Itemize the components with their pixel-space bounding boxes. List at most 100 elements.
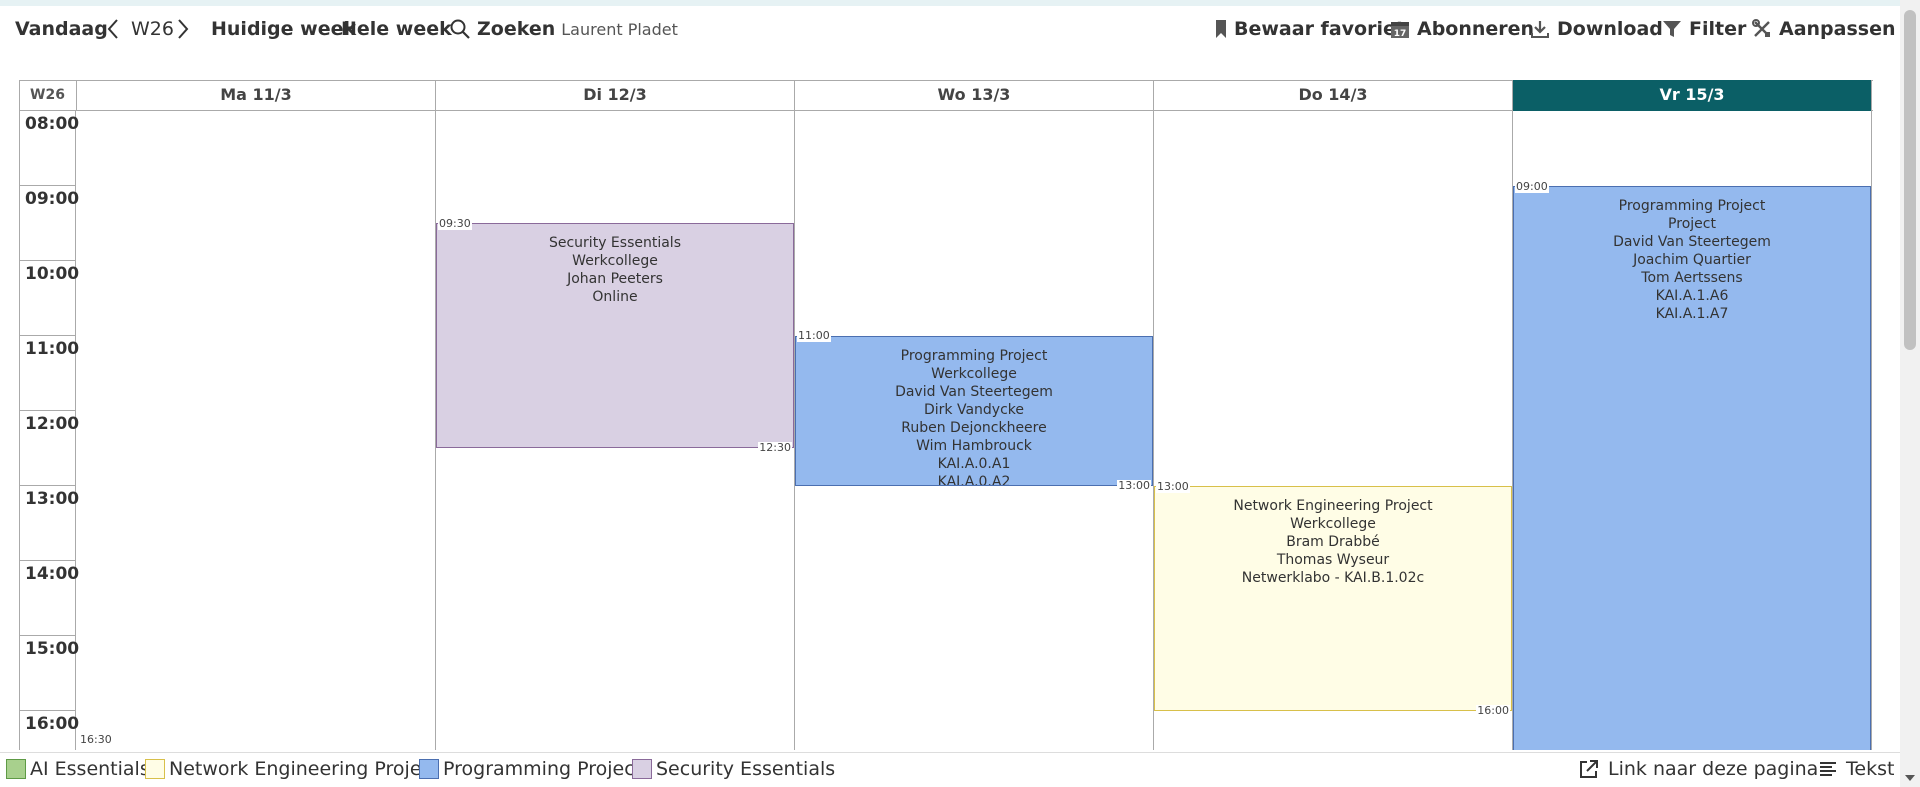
filter-button[interactable]: Filter bbox=[1661, 18, 1746, 40]
event-network-engineering-project[interactable]: Network Engineering Project Werkcollege … bbox=[1154, 486, 1512, 711]
event-start-time: 09:00 bbox=[1515, 180, 1549, 193]
day-header-wed[interactable]: Wo 13/3 bbox=[795, 80, 1154, 111]
event-end-time: 16:00 bbox=[1476, 704, 1510, 717]
event-line: Werkcollege bbox=[572, 253, 658, 269]
external-link-icon bbox=[1580, 760, 1598, 778]
day-header-thu[interactable]: Do 14/3 bbox=[1154, 80, 1513, 111]
week-number: W26 bbox=[131, 18, 174, 40]
hour-label: 15:00 bbox=[19, 636, 79, 711]
event-start-time: 16:30 bbox=[79, 733, 113, 746]
search-label: Zoeken bbox=[477, 18, 556, 40]
chevron-left-icon bbox=[107, 19, 118, 39]
legend-label: AI Essentials bbox=[30, 758, 150, 780]
event-programming-project[interactable]: Programming Project Project David Van St… bbox=[1513, 186, 1871, 750]
event-line: Netwerklabo - KAI.B.1.02c bbox=[1241, 570, 1425, 586]
save-favorite-label: Bewaar favoriet bbox=[1234, 18, 1405, 40]
event-line: Johan Peeters bbox=[567, 271, 663, 287]
customize-label: Aanpassen bbox=[1779, 18, 1896, 40]
legend-item-security-essentials[interactable]: Security Essentials bbox=[632, 758, 835, 780]
hour-label: 12:00 bbox=[19, 411, 79, 486]
tools-icon bbox=[1752, 19, 1770, 37]
event-end-time: 13:00 bbox=[1117, 479, 1151, 492]
text-view-label: Tekst bbox=[1846, 758, 1895, 780]
next-week-button[interactable] bbox=[176, 18, 190, 40]
event-start-time: 13:00 bbox=[1156, 480, 1190, 493]
hour-label: 10:00 bbox=[19, 261, 79, 336]
today-button[interactable]: Vandaag bbox=[15, 18, 108, 40]
filter-label: Filter bbox=[1689, 18, 1747, 40]
event-line: Programming Project bbox=[900, 348, 1048, 364]
event-line: Werkcollege bbox=[931, 366, 1017, 382]
top-strip bbox=[0, 0, 1920, 6]
event-line: Wim Hambrouck bbox=[916, 438, 1032, 454]
filter-icon bbox=[1663, 21, 1681, 37]
day-header-mon[interactable]: Ma 11/3 bbox=[77, 80, 436, 111]
current-week-button[interactable]: Huidige week bbox=[211, 18, 356, 40]
event-programming-project[interactable]: Programming Project Werkcollege David Va… bbox=[795, 336, 1153, 486]
chevron-right-icon bbox=[178, 19, 189, 39]
today-label: Vandaag bbox=[15, 18, 108, 40]
user-name: Laurent Pladet bbox=[561, 19, 678, 39]
legend-swatch bbox=[145, 759, 165, 779]
day-column-fri[interactable]: Programming Project Project David Van St… bbox=[1513, 111, 1872, 750]
whole-week-button[interactable]: Hele week bbox=[341, 18, 452, 40]
scrollbar-thumb[interactable] bbox=[1904, 10, 1916, 350]
day-column-mon[interactable]: 16:30 bbox=[77, 111, 436, 750]
legend-item-programming-project[interactable]: Programming Project bbox=[419, 758, 642, 780]
prev-week-button[interactable] bbox=[106, 18, 120, 40]
legend-bar: AI Essentials Network Engineering Projec… bbox=[0, 752, 1900, 787]
download-button[interactable]: Download bbox=[1529, 18, 1663, 40]
hour-label: 13:00 bbox=[19, 486, 79, 561]
download-icon bbox=[1531, 21, 1549, 38]
event-start-time: 11:00 bbox=[797, 329, 831, 342]
customize-button[interactable]: Aanpassen bbox=[1751, 18, 1896, 40]
event-end-time: 12:30 bbox=[758, 441, 792, 454]
text-view-button[interactable]: Tekst bbox=[1818, 758, 1894, 780]
search-button[interactable]: Zoeken Laurent Pladet bbox=[449, 18, 678, 40]
hour-label: 09:00 bbox=[19, 186, 79, 261]
link-to-page-button[interactable]: Link naar deze pagina bbox=[1578, 758, 1818, 780]
whole-week-label: Hele week bbox=[341, 18, 452, 40]
event-line: Joachim Quartier bbox=[1633, 252, 1751, 268]
event-line: Network Engineering Project bbox=[1233, 498, 1433, 514]
event-line: KAI.A.0.A2 bbox=[937, 474, 1011, 486]
save-favorite-button[interactable]: Bewaar favoriet bbox=[1214, 18, 1405, 40]
week-header: W26 bbox=[19, 80, 77, 111]
event-line: David Van Steertegem bbox=[895, 384, 1053, 400]
bookmark-icon bbox=[1216, 20, 1226, 38]
event-line: Security Essentials bbox=[548, 235, 681, 251]
event-line: David Van Steertegem bbox=[1613, 234, 1771, 250]
hour-label: 08:00 bbox=[19, 111, 79, 186]
scroll-down-arrow[interactable] bbox=[1905, 775, 1915, 781]
legend-label: Programming Project bbox=[443, 758, 643, 780]
event-line: Ruben Dejonckheere bbox=[901, 420, 1047, 436]
day-column-tue[interactable]: Security Essentials Werkcollege Johan Pe… bbox=[436, 111, 795, 750]
event-line: Online bbox=[592, 289, 638, 305]
event-line: Bram Drabbé bbox=[1286, 534, 1380, 550]
subscribe-button[interactable]: 17 Abonneren bbox=[1389, 18, 1534, 40]
legend-swatch bbox=[419, 759, 439, 779]
event-start-time: 09:30 bbox=[438, 217, 472, 230]
event-line: Project bbox=[1668, 216, 1716, 232]
link-to-page-label: Link naar deze pagina bbox=[1608, 758, 1819, 780]
toolbar: Vandaag W26 Huidige week Hele week Zoeke… bbox=[0, 12, 1900, 48]
text-lines-icon bbox=[1820, 762, 1836, 776]
calendar-header-row: W26 Ma 11/3 Di 12/3 Wo 13/3 Do 14/3 Vr 1… bbox=[19, 80, 1873, 111]
day-column-thu[interactable]: Network Engineering Project Werkcollege … bbox=[1154, 111, 1513, 750]
event-line: Dirk Vandycke bbox=[923, 402, 1025, 418]
subscribe-label: Abonneren bbox=[1417, 18, 1535, 40]
legend-label: Security Essentials bbox=[656, 758, 836, 780]
day-header-fri[interactable]: Vr 15/3 bbox=[1513, 80, 1872, 111]
week-calendar: W26 Ma 11/3 Di 12/3 Wo 13/3 Do 14/3 Vr 1… bbox=[19, 80, 1873, 750]
scrollbar[interactable] bbox=[1900, 0, 1920, 787]
legend-swatch bbox=[632, 759, 652, 779]
time-column: 08:00 09:00 10:00 11:00 12:00 13:00 14:0… bbox=[19, 111, 79, 750]
legend-item-ai-essentials[interactable]: AI Essentials bbox=[6, 758, 150, 780]
event-security-essentials[interactable]: Security Essentials Werkcollege Johan Pe… bbox=[436, 223, 794, 448]
legend-item-network-engineering-project[interactable]: Network Engineering Project bbox=[145, 758, 439, 780]
current-week-label: Huidige week bbox=[211, 18, 357, 40]
week-label: W26 bbox=[131, 18, 174, 40]
day-column-wed[interactable]: Programming Project Werkcollege David Va… bbox=[795, 111, 1154, 750]
day-header-tue[interactable]: Di 12/3 bbox=[436, 80, 795, 111]
event-line: Tom Aertssens bbox=[1641, 270, 1743, 286]
